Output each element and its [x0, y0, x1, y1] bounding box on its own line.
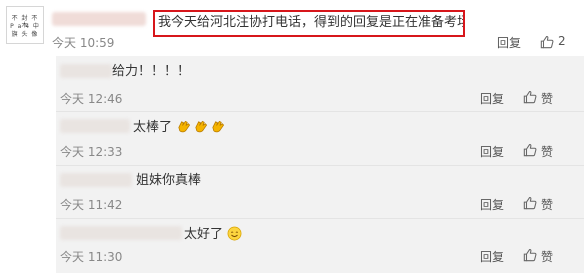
- smiling-face-emoji: [227, 226, 242, 241]
- reply-timestamp: 今天 11:30: [60, 250, 123, 264]
- like-button-label[interactable]: 赞: [541, 196, 553, 213]
- post-timestamp: 今天 10:59: [52, 36, 115, 50]
- thumbs-up-icon[interactable]: [523, 90, 537, 104]
- post-username-blurred[interactable]: [52, 12, 146, 26]
- reply-timestamp: 今天 11:42: [60, 198, 123, 212]
- reply-divider: [56, 218, 584, 219]
- reply-timestamp: 今天 12:46: [60, 92, 123, 106]
- reply-text: 给力！！！！: [112, 64, 191, 79]
- post-text: 我今天给河北注协打电话，得到的回复是正在准备考场: [153, 10, 465, 37]
- clapping-hands-emoji: [178, 120, 191, 133]
- post-avatar[interactable]: 不 封 不 木 P a 4 中 旗 头 像: [6, 6, 44, 44]
- post-like-count[interactable]: 2: [558, 34, 566, 48]
- clapping-hands-emoji: [195, 120, 208, 133]
- reply-button[interactable]: 回复: [480, 248, 504, 265]
- reply-content: 太棒了: [133, 119, 227, 136]
- reply-content: 太好了: [184, 226, 244, 243]
- post-reply-button[interactable]: 回复: [497, 34, 521, 51]
- reply-divider: [56, 165, 584, 166]
- reply-username-blurred[interactable]: [60, 173, 132, 187]
- clapping-hands-emoji: [212, 120, 225, 133]
- reply-text: 太棒了: [133, 120, 173, 135]
- reply-text: 姐妹你真棒: [136, 173, 202, 188]
- reply-button[interactable]: 回复: [480, 90, 504, 107]
- thumbs-up-icon[interactable]: [540, 35, 554, 49]
- reply-divider: [56, 111, 584, 112]
- reply-username-blurred[interactable]: [60, 119, 130, 133]
- reply-username-blurred[interactable]: [60, 226, 182, 240]
- reply-username-blurred[interactable]: [60, 64, 112, 78]
- reply-button[interactable]: 回复: [480, 196, 504, 213]
- like-button-label[interactable]: 赞: [541, 143, 553, 160]
- thumbs-up-icon[interactable]: [523, 143, 537, 157]
- avatar-text-line: 旗 头 像: [11, 31, 39, 38]
- reply-text: 太好了: [184, 227, 224, 242]
- like-button-label[interactable]: 赞: [541, 90, 553, 107]
- avatar-text-line: P a 4 中: [10, 23, 40, 30]
- thumbs-up-icon[interactable]: [523, 248, 537, 262]
- like-button-label[interactable]: 赞: [541, 248, 553, 265]
- reply-button[interactable]: 回复: [480, 143, 504, 160]
- thumbs-up-icon[interactable]: [523, 196, 537, 210]
- reply-timestamp: 今天 12:33: [60, 145, 123, 159]
